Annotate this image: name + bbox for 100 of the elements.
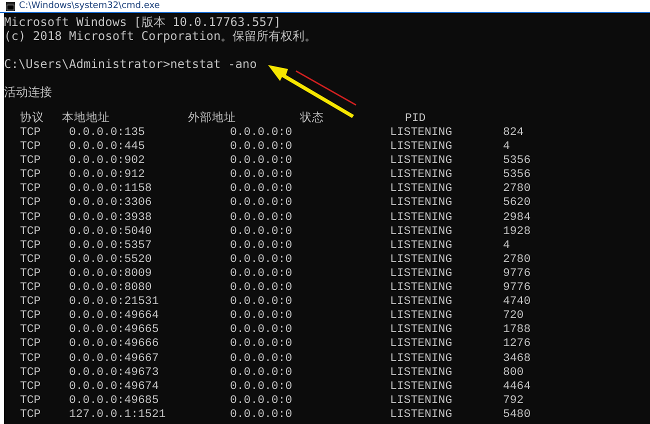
window-title: C:\Windows\system32\cmd.exe [19, 1, 160, 11]
console-text: (c) 2018 Microsoft Corporation。保留所有权利。 [4, 29, 317, 43]
table-cell-text: TCP [20, 126, 42, 140]
table-cell-text: TCP [20, 281, 42, 296]
table-cell-text: 5356 [503, 154, 532, 168]
table-cell-text: TCP [20, 224, 42, 239]
table-cell-text: TCP [20, 323, 42, 338]
table-cell-text: 2984 [503, 210, 532, 225]
table-cell-text: 0.0.0.0:0 [230, 210, 294, 225]
table-cell-text: 0.0.0.0:3938 [69, 210, 153, 225]
table-cell-text: LISTENING [390, 266, 454, 282]
table-cell-text: 0.0.0.0:0 [230, 380, 294, 394]
table-cell-text: 1928 [503, 224, 532, 239]
table-cell-text: 9776 [503, 281, 532, 296]
table-cell-text: LISTENING [390, 394, 454, 408]
table-cell-text: TCP [20, 140, 42, 154]
column-header: 本地地址 [62, 111, 111, 126]
table-cell-text: 9776 [503, 266, 532, 282]
table-cell-text: TCP [20, 196, 42, 211]
table-cell-text: 1788 [503, 323, 532, 338]
table-cell-text: TCP [20, 408, 42, 422]
table-cell-text: 0.0.0.0:49685 [69, 394, 160, 408]
table-cell-text: 0.0.0.0:0 [230, 295, 294, 310]
table-cell-text: 1276 [503, 337, 532, 352]
table-cell-text: LISTENING [390, 210, 454, 225]
terminal-icon [6, 2, 15, 10]
table-cell-text: LISTENING [390, 281, 454, 296]
table-cell-text: LISTENING [390, 196, 454, 211]
table-cell-text: LISTENING [390, 126, 454, 140]
table-cell-text: 0.0.0.0:5357 [69, 238, 153, 253]
table-cell-text: 5480 [503, 408, 532, 422]
table-cell-text: 0.0.0.0:0 [230, 352, 294, 366]
command-prompt: C:\Users\Administrator>netstat -ano [4, 57, 257, 71]
table-cell-text: LISTENING [390, 252, 454, 267]
table-cell-text: LISTENING [390, 295, 454, 310]
table-cell-text: 4464 [503, 380, 532, 394]
table-cell-text: 0.0.0.0:0 [230, 337, 294, 352]
table-cell-text: 0.0.0.0:0 [230, 196, 294, 211]
table-cell-text: 5620 [503, 196, 532, 211]
table-cell-text: 0.0.0.0:0 [230, 266, 294, 282]
table-cell-text: TCP [20, 380, 42, 394]
table-cell-text: 0.0.0.0:0 [230, 238, 294, 253]
table-cell-text: 4740 [503, 295, 532, 310]
table-cell-text: TCP [20, 182, 42, 196]
table-cell-text: LISTENING [390, 408, 454, 422]
table-cell-text: TCP [20, 366, 42, 380]
table-cell-text: 0.0.0.0:3306 [69, 196, 153, 211]
table-cell-text: 0.0.0.0:0 [230, 140, 294, 154]
table-cell-text: 0.0.0.0:0 [230, 182, 294, 196]
table-cell-text: TCP [20, 210, 42, 225]
table-cell-text: 0.0.0.0:0 [230, 394, 294, 408]
table-cell-text: 127.0.0.1:1521 [69, 408, 167, 422]
table-cell-text: 792 [503, 394, 525, 408]
table-cell-text: 0.0.0.0:0 [230, 309, 294, 324]
table-cell-text: 0.0.0.0:49673 [69, 366, 160, 380]
table-cell-text: 0.0.0.0:49664 [69, 309, 160, 324]
table-cell-text: LISTENING [390, 309, 454, 324]
table-cell-text: 0.0.0.0:8009 [69, 266, 153, 282]
table-cell-text: TCP [20, 168, 42, 182]
table-cell-text: 0.0.0.0:5040 [69, 224, 153, 239]
column-header: 外部地址 [188, 111, 237, 126]
table-cell-text: TCP [20, 309, 42, 324]
table-cell-text: LISTENING [390, 154, 454, 168]
table-cell-text: 2780 [503, 252, 532, 267]
table-cell-text: 720 [503, 309, 525, 324]
table-cell-text: LISTENING [390, 366, 454, 380]
table-cell-text: TCP [20, 295, 42, 310]
table-cell-text: 800 [503, 366, 525, 380]
table-cell-text: 0.0.0.0:21531 [69, 295, 160, 310]
table-cell-text: 0.0.0.0:5520 [69, 252, 153, 267]
table-cell-text: 0.0.0.0:0 [230, 224, 294, 239]
table-cell-text: LISTENING [390, 168, 454, 182]
table-cell-text: 4 [503, 238, 511, 253]
table-cell-text: 0.0.0.0:1158 [69, 182, 153, 196]
column-header: PID [405, 111, 427, 126]
table-cell-text: LISTENING [390, 352, 454, 366]
table-cell-text: 2780 [503, 182, 532, 196]
table-cell-text: LISTENING [390, 224, 454, 239]
table-cell-text: TCP [20, 238, 42, 253]
column-header: 协议 [20, 111, 45, 126]
table-cell-text: 0.0.0.0:0 [230, 323, 294, 338]
table-cell-text: 3468 [503, 352, 532, 366]
table-cell-text: 4 [503, 140, 511, 154]
table-cell-text: 5356 [503, 168, 532, 182]
table-cell-text: 0.0.0.0:912 [69, 168, 146, 182]
table-cell-text: LISTENING [390, 323, 454, 338]
table-cell-text: 0.0.0.0:902 [69, 154, 146, 168]
table-cell-text: 0.0.0.0:49665 [69, 323, 160, 338]
table-cell-text: 0.0.0.0:0 [230, 408, 294, 422]
table-cell-text: 0.0.0.0:0 [230, 168, 294, 182]
section-title: 活动连接 [4, 85, 52, 99]
table-cell-text: 0.0.0.0:0 [230, 126, 294, 140]
table-cell-text: 0.0.0.0:8080 [69, 281, 153, 296]
table-cell-text: 0.0.0.0:49666 [69, 337, 160, 352]
table-cell-text: 0.0.0.0:0 [230, 154, 294, 168]
table-cell-text: TCP [20, 352, 42, 366]
table-cell-text: TCP [20, 154, 42, 168]
table-cell-text: 0.0.0.0:445 [69, 140, 146, 154]
table-cell-text: 0.0.0.0:0 [230, 252, 294, 267]
table-cell-text: LISTENING [390, 337, 454, 352]
